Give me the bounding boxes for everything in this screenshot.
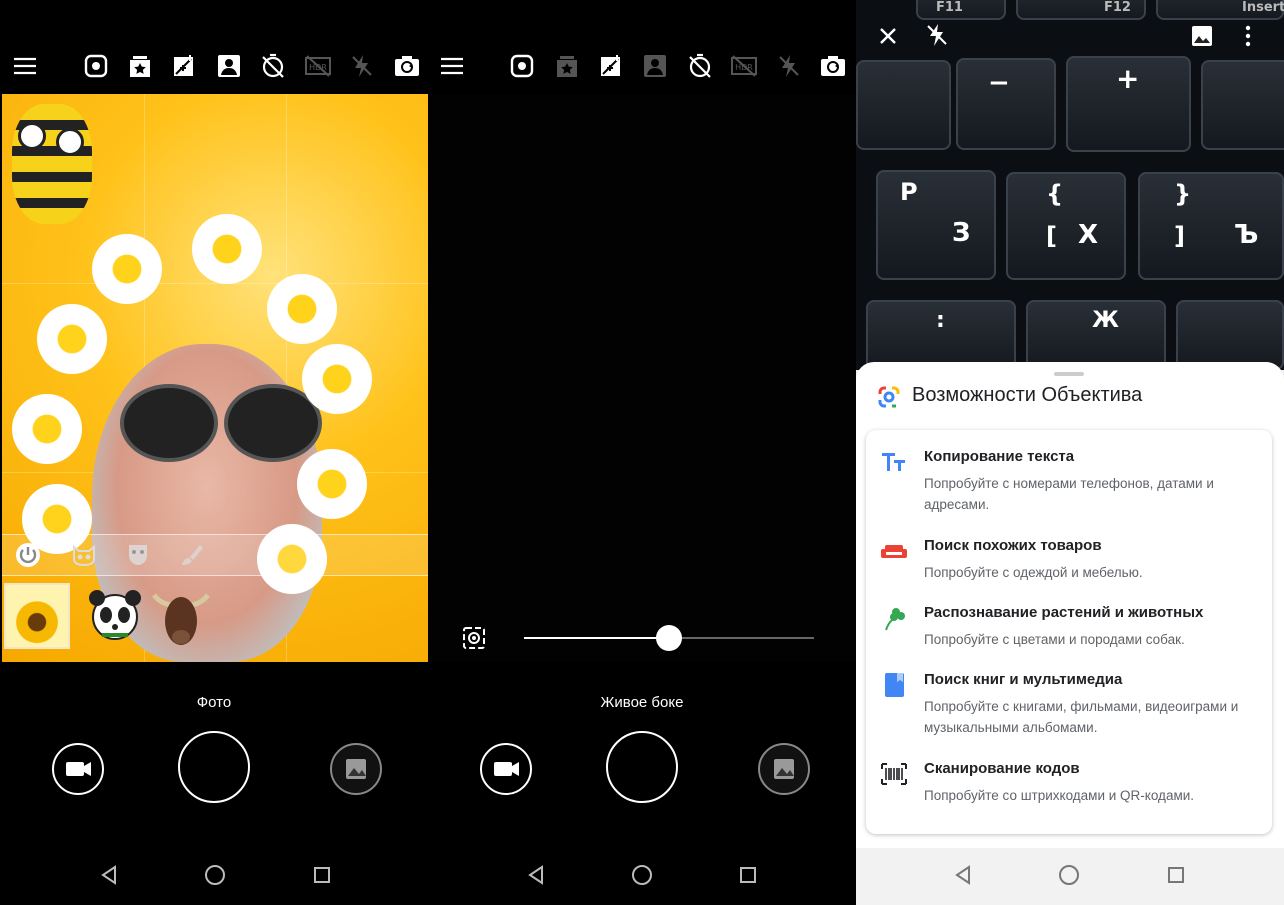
sheet-title: Возможности Объектива (912, 384, 1143, 406)
switch-camera-icon[interactable] (819, 52, 847, 80)
recents-icon[interactable] (1164, 863, 1188, 887)
bull-sticker[interactable] (148, 583, 214, 649)
camera-photo-screen: HDR Фото (0, 0, 428, 905)
shutter-button[interactable] (178, 731, 250, 803)
hdr-icon[interactable]: HDR (304, 52, 332, 80)
camera-viewfinder-keyboard[interactable]: F11 F12 Insert − + РЗ {[Х }] Ъ : Ж (856, 0, 1284, 370)
panda-sticker[interactable] (82, 583, 148, 649)
camera-bokeh-screen: HDR Живое боке (428, 0, 856, 905)
theater-mask-icon[interactable] (124, 541, 152, 569)
home-icon[interactable] (203, 863, 227, 887)
camera-viewfinder[interactable] (428, 94, 856, 662)
menu-icon[interactable] (11, 52, 39, 80)
flash-off-icon[interactable] (924, 22, 950, 48)
feature-title: Распознавание растений и животных (924, 604, 1204, 621)
camera-toolbar: HDR (428, 40, 856, 92)
mode-label[interactable]: Фото (0, 694, 428, 711)
mode-label[interactable]: Живое боке (428, 694, 856, 711)
gallery-button[interactable] (330, 743, 382, 795)
feature-similar-products[interactable]: Поиск похожих товаров Попробуйте с одежд… (866, 537, 1272, 583)
close-icon[interactable] (876, 24, 900, 48)
portrait-icon[interactable] (215, 52, 243, 80)
home-icon[interactable] (1057, 863, 1081, 887)
feature-subtitle: Попробуйте со штрихкодами и QR-кодами. (924, 788, 1195, 803)
system-nav-bar (856, 848, 1284, 905)
feature-copy-text[interactable]: Копирование текста Попробуйте с номерами… (866, 448, 1272, 518)
portrait-icon[interactable] (641, 52, 669, 80)
flash-off-icon[interactable] (775, 52, 803, 80)
bokeh-focus-icon[interactable] (462, 626, 486, 650)
image-icon (346, 759, 366, 779)
sheet-drag-handle[interactable] (1054, 372, 1084, 376)
feature-scan-codes[interactable]: Сканирование кодов Попробуйте со штрихко… (866, 760, 1272, 806)
camera-toolbar: HDR (0, 40, 428, 92)
back-icon[interactable] (524, 863, 548, 887)
video-mode-button[interactable] (52, 743, 104, 795)
sticker-strip (2, 575, 428, 662)
video-camera-icon (494, 762, 519, 776)
hdr-icon[interactable]: HDR (730, 52, 758, 80)
back-icon[interactable] (951, 863, 975, 887)
sunglasses-left (120, 384, 218, 462)
bokeh-blur-slider[interactable] (524, 625, 814, 651)
feature-title: Копирование текста (924, 448, 1075, 465)
brush-icon[interactable] (178, 541, 206, 569)
feature-plants-animals[interactable]: Распознавание растений и животных Попроб… (866, 604, 1272, 650)
system-nav-bar (428, 845, 856, 905)
feature-subtitle: Попробуйте с номерами телефонов, датами … (924, 476, 1214, 512)
feature-books-media[interactable]: Поиск книг и мультимедиа Попробуйте с кн… (866, 671, 1272, 741)
timer-off-icon[interactable] (686, 52, 714, 80)
slider-fill (524, 637, 669, 639)
video-mode-button[interactable] (480, 743, 532, 795)
bee-sunflower-sticker[interactable] (4, 583, 70, 649)
back-icon[interactable] (97, 863, 121, 887)
feature-subtitle: Попробуйте с одеждой и мебелью. (924, 565, 1143, 580)
focus-icon[interactable] (508, 52, 536, 80)
book-icon (880, 671, 908, 699)
feature-title: Поиск книг и мультимедиа (924, 671, 1123, 688)
sticker-star-icon[interactable] (126, 52, 154, 80)
google-lens-icon (876, 384, 902, 410)
text-icon (880, 448, 908, 476)
shutter-button[interactable] (606, 731, 678, 803)
video-camera-icon (66, 762, 91, 776)
feature-title: Поиск похожих товаров (924, 537, 1102, 554)
cat-mask-icon[interactable] (70, 541, 98, 569)
image-icon (774, 759, 794, 779)
switch-camera-icon[interactable] (393, 52, 421, 80)
power-icon[interactable] (14, 541, 42, 569)
sparkle-icon[interactable] (170, 52, 198, 80)
features-card: Копирование текста Попробуйте с номерами… (866, 430, 1272, 834)
image-icon[interactable] (1190, 24, 1214, 48)
more-options-icon[interactable] (1240, 24, 1256, 48)
menu-icon[interactable] (438, 52, 466, 80)
sofa-icon (880, 537, 908, 565)
sticker-star-icon[interactable] (553, 52, 581, 80)
home-icon[interactable] (630, 863, 654, 887)
barcode-icon (880, 760, 908, 788)
timer-off-icon[interactable] (259, 52, 287, 80)
feature-title: Сканирование кодов (924, 760, 1080, 777)
leaf-icon (880, 604, 908, 632)
recents-icon[interactable] (310, 863, 334, 887)
system-nav-bar (0, 845, 428, 905)
bee-sticker (12, 104, 92, 224)
lens-bottom-sheet[interactable]: Возможности Объектива Копирование текста… (856, 362, 1284, 905)
effect-filter-row (2, 534, 428, 576)
feature-subtitle: Попробуйте с книгами, фильмами, видеоигр… (924, 699, 1239, 735)
focus-icon[interactable] (82, 52, 110, 80)
recents-icon[interactable] (736, 863, 760, 887)
sparkle-icon[interactable] (597, 52, 625, 80)
feature-subtitle: Попробуйте с цветами и породами собак. (924, 632, 1185, 647)
flash-off-icon[interactable] (348, 52, 376, 80)
slider-thumb[interactable] (656, 625, 682, 651)
gallery-button[interactable] (758, 743, 810, 795)
lens-screen: F11 F12 Insert − + РЗ {[Х }] Ъ : Ж Возмо… (856, 0, 1284, 905)
